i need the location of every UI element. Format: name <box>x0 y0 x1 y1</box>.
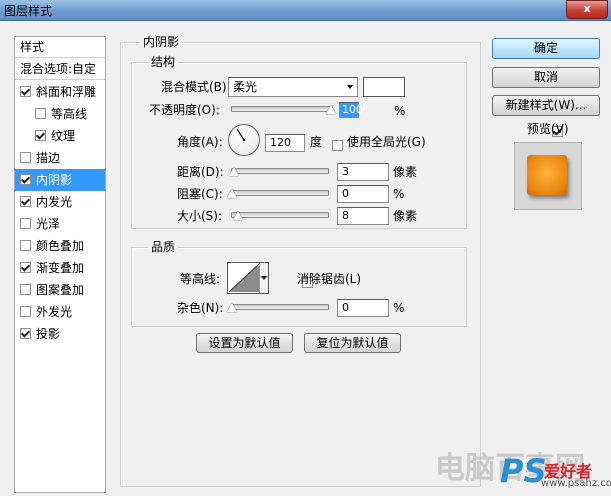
contour-dropdown-button[interactable] <box>259 263 268 293</box>
watermark-url: www.psahz.com <box>541 478 611 489</box>
size-unit: 像素 <box>393 209 418 223</box>
opacity-input[interactable]: 100 <box>339 102 363 118</box>
choke-slider-thumb[interactable] <box>227 189 237 199</box>
choke-input[interactable]: 0 <box>337 185 389 203</box>
angle-dial[interactable] <box>228 124 260 156</box>
style-preview <box>514 142 582 210</box>
structure-title: 结构 <box>148 55 179 69</box>
opacity-label: 不透明度(O): <box>149 103 220 117</box>
style-item[interactable]: 内发光 <box>15 191 105 213</box>
style-item-label: 投影 <box>36 327 61 341</box>
style-item[interactable]: 斜面和浮雕 <box>15 81 105 103</box>
style-item-label: 内阴影 <box>36 173 73 187</box>
size-input[interactable]: 8 <box>337 207 389 225</box>
blend-options-item[interactable]: 混合选项:自定 <box>15 59 105 80</box>
style-item-checkbox[interactable] <box>20 284 31 295</box>
title-bar: 图层样式 <box>0 0 611 21</box>
style-item[interactable]: 内阴影 <box>15 169 105 191</box>
style-item-label: 描边 <box>36 151 61 165</box>
global-light-checkbox[interactable] <box>332 140 343 151</box>
quality-title: 品质 <box>148 240 179 254</box>
style-item-checkbox[interactable] <box>20 328 31 339</box>
style-item-checkbox[interactable] <box>20 86 31 97</box>
global-light-label[interactable]: 使用全局光(G) <box>347 134 426 150</box>
style-item[interactable]: 颜色叠加 <box>15 235 105 257</box>
style-item-label: 纹理 <box>51 129 76 143</box>
style-item[interactable]: 纹理 <box>15 125 105 147</box>
noise-slider[interactable] <box>231 304 329 310</box>
style-item-checkbox[interactable] <box>20 306 31 317</box>
style-item[interactable]: 外发光 <box>15 301 105 323</box>
chevron-down-icon <box>261 276 267 280</box>
size-label: 大小(S): <box>177 209 223 223</box>
new-style-button[interactable]: 新建样式(W)... <box>492 95 600 116</box>
style-item-checkbox[interactable] <box>20 152 31 163</box>
style-item-checkbox[interactable] <box>20 174 31 185</box>
shadow-color-swatch[interactable] <box>363 77 405 97</box>
contour-label: 等高线: <box>180 272 221 286</box>
choke-label: 阻塞(C): <box>177 187 223 201</box>
distance-input[interactable]: 3 <box>337 163 389 181</box>
style-item-checkbox[interactable] <box>20 240 31 251</box>
style-item-label: 光泽 <box>36 217 61 231</box>
contour-picker[interactable] <box>227 262 269 294</box>
style-item-checkbox[interactable] <box>20 196 31 207</box>
angle-unit: 度 <box>310 135 323 149</box>
styles-header[interactable]: 样式 <box>15 37 105 58</box>
linear-contour-icon <box>228 263 260 293</box>
style-item-label: 等高线 <box>51 107 88 121</box>
style-item-label: 渐变叠加 <box>36 261 85 275</box>
reset-default-button[interactable]: 复位为默认值 <box>304 333 401 353</box>
choke-slider[interactable] <box>231 190 329 196</box>
preview-swatch <box>527 155 567 195</box>
angle-label: 角度(A): <box>177 135 223 149</box>
inner-shadow-title: 内阴影 <box>140 35 183 49</box>
noise-slider-thumb[interactable] <box>227 303 237 313</box>
style-item-checkbox[interactable] <box>20 218 31 229</box>
style-item-label: 斜面和浮雕 <box>36 85 97 99</box>
size-slider[interactable] <box>231 212 329 218</box>
blend-mode-label: 混合模式(B): <box>161 80 231 94</box>
angle-input[interactable]: 120 <box>265 134 305 152</box>
opacity-slider-thumb[interactable] <box>326 105 336 115</box>
style-item-label: 外发光 <box>36 305 73 319</box>
cancel-button[interactable]: 取消 <box>492 67 600 88</box>
noise-label: 杂色(N): <box>177 301 224 315</box>
close-button[interactable]: x <box>566 0 608 19</box>
distance-label: 距离(D): <box>177 165 224 179</box>
style-item[interactable]: 投影 <box>15 323 105 345</box>
style-item-checkbox[interactable] <box>20 262 31 273</box>
choke-unit: % <box>393 187 405 201</box>
opacity-unit: % <box>394 104 406 118</box>
make-default-button[interactable]: 设置为默认值 <box>196 333 293 353</box>
preview-label[interactable]: 预览(V) <box>527 121 569 137</box>
chevron-down-icon <box>347 85 353 89</box>
style-item-checkbox[interactable] <box>35 130 46 141</box>
style-item[interactable]: 光泽 <box>15 213 105 235</box>
ok-button[interactable]: 确定 <box>492 38 600 59</box>
style-item[interactable]: 图案叠加 <box>15 279 105 301</box>
blend-mode-value: 柔光 <box>233 80 258 94</box>
noise-input[interactable]: 0 <box>337 299 389 317</box>
anti-alias-label[interactable]: 消除锯齿(L) <box>297 271 361 287</box>
distance-unit: 像素 <box>393 165 418 179</box>
distance-slider-thumb[interactable] <box>229 167 239 177</box>
style-item[interactable]: 描边 <box>15 147 105 169</box>
size-slider-thumb[interactable] <box>233 211 243 221</box>
style-item-checkbox[interactable] <box>35 108 46 119</box>
style-item[interactable]: 渐变叠加 <box>15 257 105 279</box>
style-item-label: 颜色叠加 <box>36 239 85 253</box>
distance-slider[interactable] <box>231 168 329 174</box>
style-item-label: 内发光 <box>36 195 73 209</box>
watermark-ps: PS <box>500 452 547 490</box>
angle-needle-icon <box>236 128 246 142</box>
noise-unit: % <box>393 301 405 315</box>
blend-mode-select[interactable]: 柔光 <box>228 77 358 97</box>
style-item[interactable]: 等高线 <box>15 103 105 125</box>
opacity-slider[interactable] <box>231 106 333 112</box>
styles-list: 样式 混合选项:自定 斜面和浮雕等高线纹理描边内阴影内发光光泽颜色叠加渐变叠加图… <box>14 36 106 493</box>
style-item-label: 图案叠加 <box>36 283 85 297</box>
window-title: 图层样式 <box>4 4 53 18</box>
